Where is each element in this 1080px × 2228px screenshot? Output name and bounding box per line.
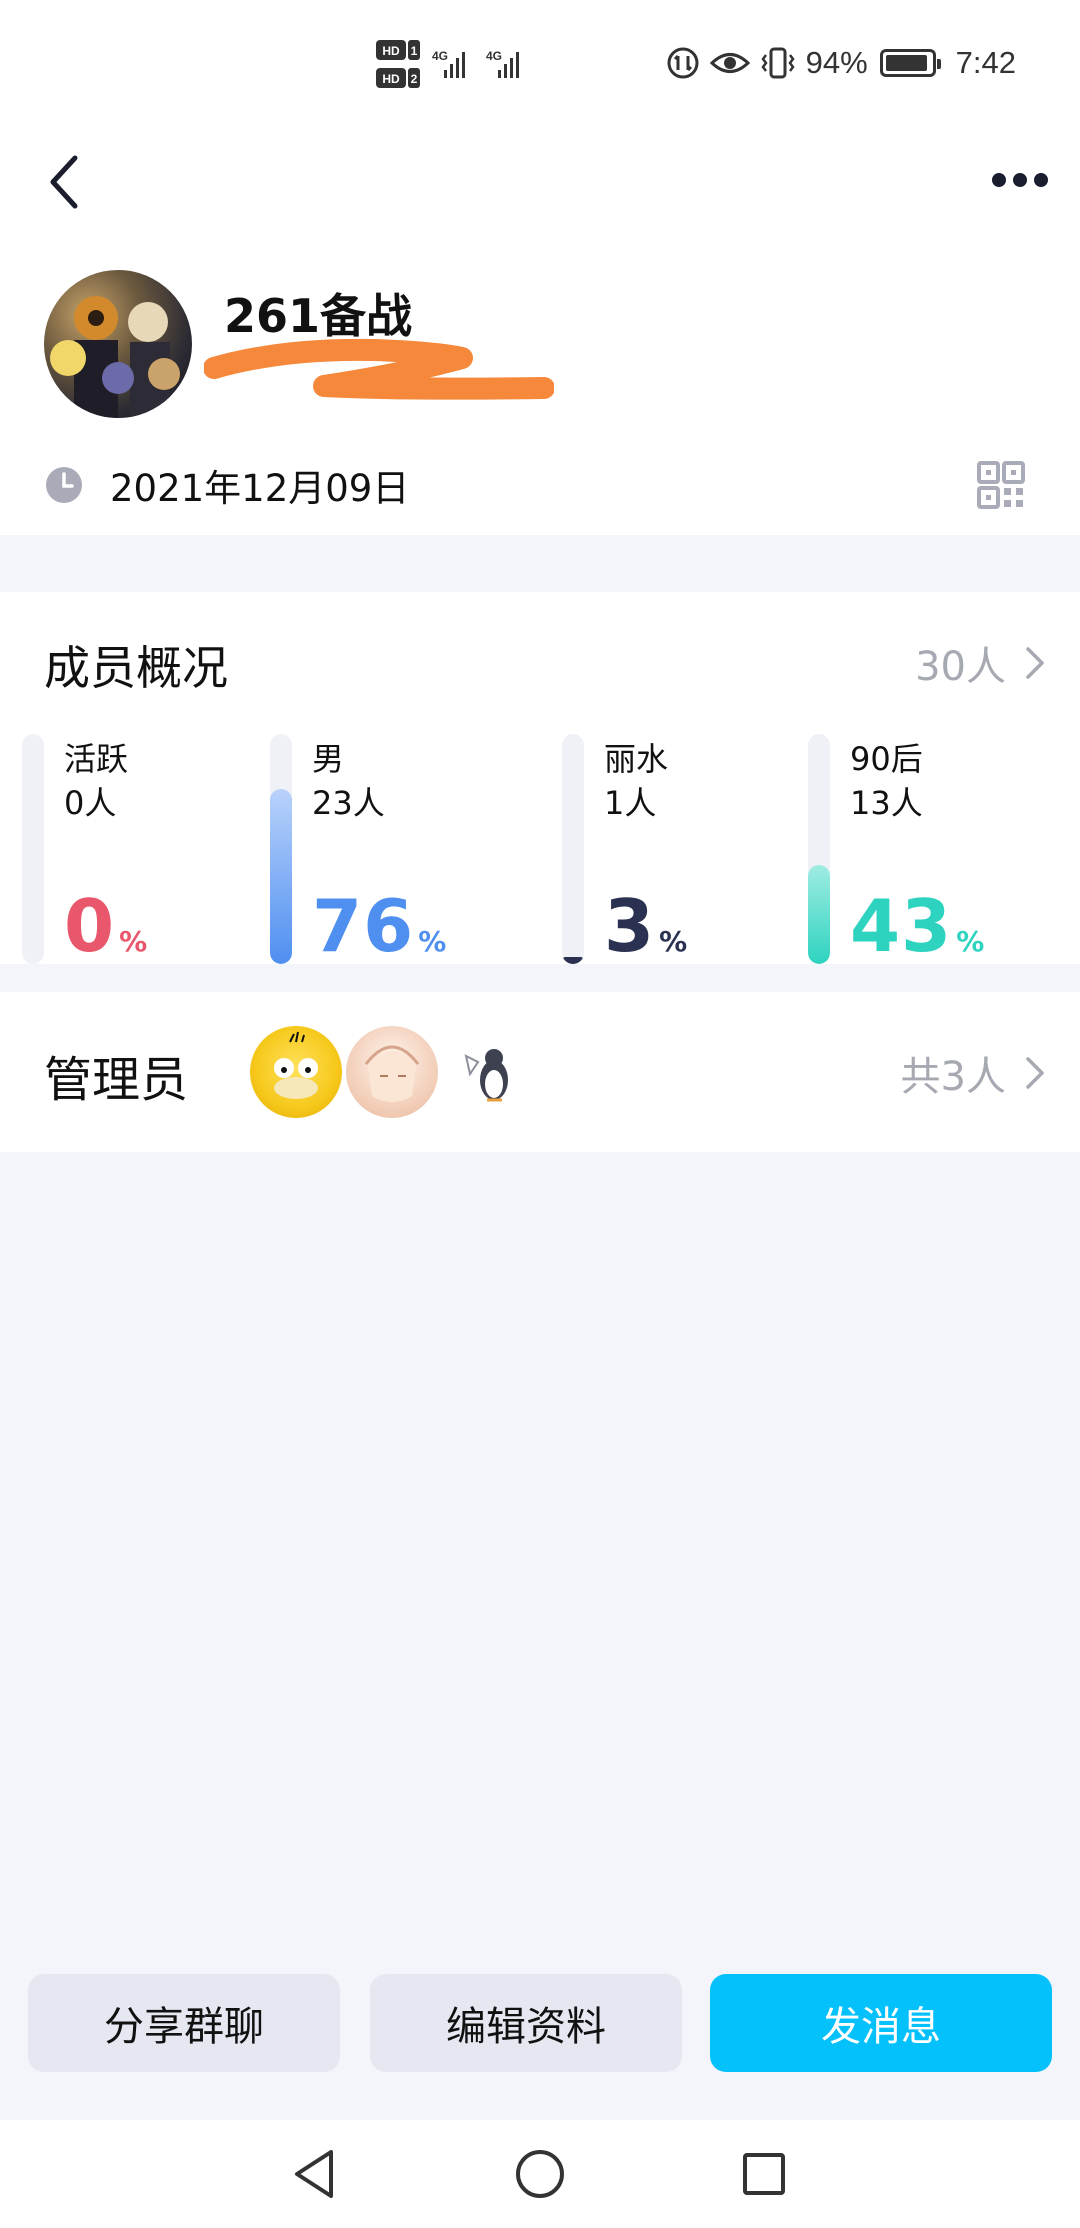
- stat-bar-fill: [562, 957, 584, 964]
- eye-comfort-icon: [709, 53, 750, 73]
- admin-avatar[interactable]: [442, 1026, 534, 1118]
- portrait-avatar-image: [364, 1045, 420, 1102]
- members-total-link[interactable]: 30人: [915, 634, 1046, 692]
- stat-count: 23人: [312, 784, 385, 822]
- more-dot: [1034, 173, 1048, 187]
- more-dot: [1013, 173, 1027, 187]
- group-id-redacted: [204, 338, 554, 400]
- stat-count: 0人: [64, 784, 117, 822]
- circle-home-icon: [516, 2150, 564, 2198]
- status-bar: HD 1 HD 2 4G 4G 94% 7:42: [0, 0, 1080, 120]
- battery-icon: [879, 49, 941, 77]
- penguin-avatar-image: [464, 1049, 508, 1102]
- members-overview-card[interactable]: 成员概况 30人 活跃 0人 0% 男 23人 76% 丽水 1人 3% 90后…: [0, 592, 1080, 968]
- bottom-action-bar: 分享群聊 编辑资料 发消息: [0, 1926, 1080, 2120]
- stat-bar-track: [270, 734, 292, 964]
- chevron-left-icon: [50, 155, 78, 209]
- battery-level: [885, 55, 927, 71]
- admin-avatar[interactable]: [346, 1026, 438, 1118]
- stat-percent-value: 3: [604, 884, 656, 968]
- stat-bar-track: [562, 734, 584, 964]
- stat-label: 男: [312, 740, 345, 778]
- status-right: 94% 7:42: [666, 40, 1016, 86]
- square-recents-icon: [743, 2153, 785, 2195]
- stat-percent: 43%: [850, 884, 984, 968]
- members-total: 30人: [915, 644, 1006, 690]
- stat-percent: 76%: [312, 884, 446, 968]
- system-back-button[interactable]: [284, 2144, 344, 2204]
- stat-percent: 0%: [64, 884, 147, 968]
- system-navigation-bar: [0, 2120, 1080, 2228]
- admins-total: 共3人: [900, 1054, 1006, 1100]
- group-avatar[interactable]: [44, 270, 192, 418]
- stat-percent: 3%: [604, 884, 687, 968]
- stat-percent-unit: %: [119, 925, 148, 958]
- members-title: 成员概况: [44, 641, 228, 695]
- svg-text:4G: 4G: [432, 49, 448, 63]
- network-signal-icon: HD 1 HD 2 4G 4G: [376, 40, 519, 88]
- admins-title: 管理员: [44, 1052, 189, 1108]
- group-name: 261备战: [224, 289, 413, 343]
- stat-count: 13人: [850, 784, 923, 822]
- svg-text:2: 2: [411, 72, 418, 86]
- data-saver-icon: [667, 47, 699, 79]
- stat-bar-track: [808, 734, 830, 964]
- admins-total-link[interactable]: 共3人: [901, 1044, 1046, 1102]
- edit-profile-button[interactable]: 编辑资料: [370, 1974, 682, 2072]
- svg-text:HD: HD: [382, 44, 400, 58]
- chevron-right-icon: [1026, 1057, 1044, 1089]
- stat-percent-value: 0: [64, 884, 116, 968]
- clock: 7:42: [955, 45, 1016, 80]
- qr-code-icon[interactable]: [976, 460, 1026, 510]
- stat-bar-fill: [270, 789, 292, 964]
- triangle-back-icon: [295, 2150, 333, 2198]
- send-message-button[interactable]: 发消息: [710, 1974, 1052, 2072]
- duck-avatar-image: [274, 1031, 318, 1099]
- system-recents-button[interactable]: [734, 2144, 794, 2204]
- admin-avatar-list: [250, 1026, 534, 1118]
- chevron-right-icon: [1026, 647, 1044, 679]
- stat-percent-value: 76: [312, 884, 415, 968]
- clock-icon: [46, 467, 82, 503]
- svg-text:1: 1: [411, 44, 418, 58]
- stat-percent-unit: %: [418, 925, 447, 958]
- stat-label: 活跃: [64, 740, 129, 778]
- group-avatar-image: [50, 296, 180, 418]
- more-dot: [992, 173, 1006, 187]
- stat-bar-fill: [808, 865, 830, 964]
- more-button[interactable]: [980, 150, 1060, 210]
- system-home-button[interactable]: [510, 2144, 570, 2204]
- stat-label: 90后: [850, 740, 923, 778]
- stat-percent-unit: %: [956, 925, 985, 958]
- battery-percent: 94%: [805, 45, 868, 80]
- admins-card[interactable]: 管理员 共3人: [0, 992, 1080, 1152]
- svg-text:HD: HD: [382, 72, 400, 86]
- svg-text:4G: 4G: [486, 49, 502, 63]
- created-date-row: 2021年12月09日: [44, 455, 409, 515]
- stat-bar-track: [22, 734, 44, 964]
- group-header: 261备战 2021年12月09日: [0, 120, 1080, 535]
- admin-avatar[interactable]: [250, 1026, 342, 1118]
- stat-label: 丽水: [604, 740, 669, 778]
- created-date: 2021年12月09日: [110, 467, 410, 510]
- stat-percent-unit: %: [659, 925, 688, 958]
- share-group-button[interactable]: 分享群聊: [28, 1974, 340, 2072]
- stat-percent-value: 43: [850, 884, 953, 968]
- stat-count: 1人: [604, 784, 657, 822]
- back-button[interactable]: [30, 142, 100, 222]
- vibrate-icon: [761, 47, 795, 79]
